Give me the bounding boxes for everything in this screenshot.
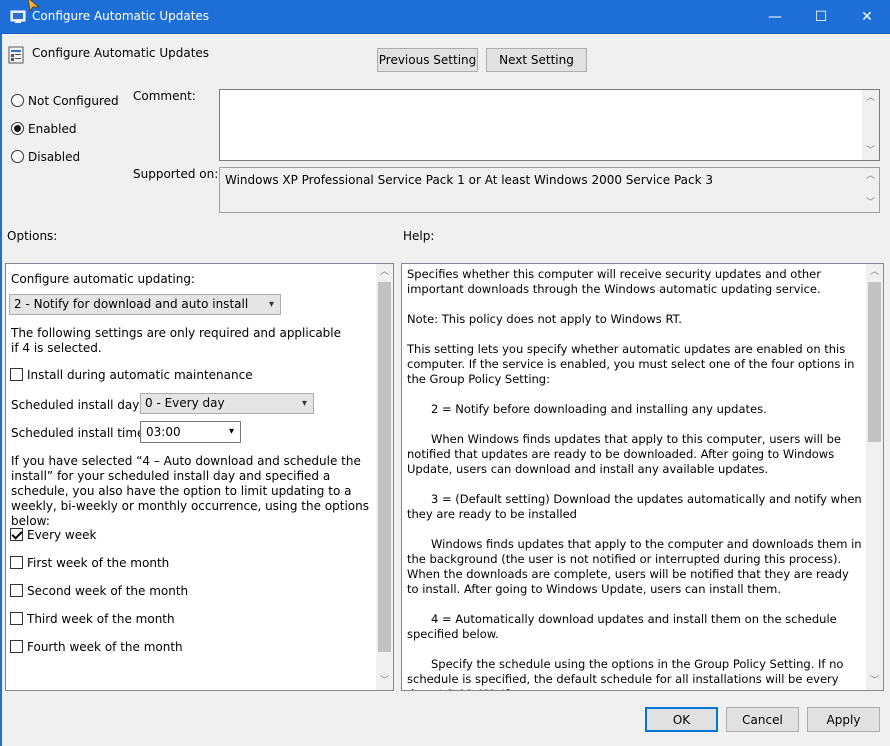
options-panel[interactable]: Configure automatic updating: 2 - Notify… <box>5 263 394 691</box>
first-week-label[interactable]: First week of the month <box>27 556 169 570</box>
ok-button[interactable]: OK <box>645 707 718 732</box>
help-panel[interactable]: Specifies whether this computer will rec… <box>401 263 884 691</box>
first-week-checkbox[interactable] <box>10 556 23 569</box>
scroll-thumb[interactable] <box>378 282 391 652</box>
enabled-radio[interactable] <box>11 122 24 135</box>
not-configured-radio[interactable] <box>11 94 24 107</box>
help-paragraph: When Windows finds updates that apply to… <box>407 432 841 476</box>
chevron-down-icon: ▾ <box>268 299 274 310</box>
install-maintenance-label[interactable]: Install during automatic maintenance <box>27 368 253 382</box>
apply-button[interactable]: Apply <box>807 707 880 732</box>
policy-setting-icon <box>8 46 24 64</box>
close-button[interactable]: ✕ <box>844 0 890 34</box>
scroll-down-icon[interactable]: ﹀ <box>376 673 393 690</box>
every-week-checkbox[interactable] <box>10 528 23 541</box>
scroll-down-icon[interactable]: ﹀ <box>862 195 879 212</box>
help-paragraph: This setting lets you specify whether au… <box>407 342 855 386</box>
install-day-label: Scheduled install day: <box>11 398 143 412</box>
help-paragraph: Note: This policy does not apply to Wind… <box>407 312 682 326</box>
not-configured-label[interactable]: Not Configured <box>28 94 119 108</box>
chevron-down-icon: ▾ <box>228 426 234 437</box>
cancel-button[interactable]: Cancel <box>726 707 799 732</box>
maximize-button[interactable]: ☐ <box>798 0 844 34</box>
scroll-down-icon[interactable]: ﹀ <box>862 143 879 160</box>
help-paragraph: Specifies whether this computer will rec… <box>407 267 821 296</box>
scroll-down-icon[interactable]: ﹀ <box>866 673 883 690</box>
second-week-label[interactable]: Second week of the month <box>27 584 188 598</box>
options-label: Options: <box>7 229 58 243</box>
mouse-cursor-icon <box>27 0 41 12</box>
scroll-thumb[interactable] <box>868 282 881 442</box>
help-paragraph: 2 = Notify before downloading and instal… <box>431 402 767 416</box>
policy-title: Configure Automatic Updates <box>32 46 210 60</box>
comment-textarea[interactable]: ︿ ﹀ <box>219 89 880 161</box>
help-scrollbar[interactable]: ︿ ﹀ <box>866 264 883 690</box>
title-bar[interactable]: Configure Automatic Updates — ☐ ✕ <box>0 0 890 34</box>
supported-on-field: Windows XP Professional Service Pack 1 o… <box>219 167 880 213</box>
configure-updating-value: 2 - Notify for download and auto install <box>14 297 249 311</box>
supported-on-label: Supported on: <box>133 167 219 181</box>
disabled-radio[interactable] <box>11 150 24 163</box>
help-paragraph: Specify the schedule using the options i… <box>407 657 844 690</box>
help-label: Help: <box>403 229 435 243</box>
option-note: The following settings are only required… <box>11 326 342 355</box>
second-week-checkbox[interactable] <box>10 584 23 597</box>
scroll-up-icon[interactable]: ︿ <box>376 264 393 281</box>
previous-setting-button[interactable]: Previous Setting <box>377 48 478 72</box>
window-border <box>0 34 2 746</box>
fourth-week-checkbox[interactable] <box>10 640 23 653</box>
fourth-week-label[interactable]: Fourth week of the month <box>27 640 183 654</box>
third-week-checkbox[interactable] <box>10 612 23 625</box>
chevron-down-icon: ▾ <box>301 398 307 409</box>
comment-scrollbar[interactable]: ︿ ﹀ <box>862 90 879 160</box>
disabled-label[interactable]: Disabled <box>28 150 80 164</box>
configure-updating-label: Configure automatic updating: <box>11 272 195 286</box>
scroll-up-icon[interactable]: ︿ <box>866 264 883 281</box>
configure-updating-dropdown[interactable]: 2 - Notify for download and auto install… <box>9 294 281 315</box>
scroll-up-icon[interactable]: ︿ <box>862 90 879 107</box>
minimize-button[interactable]: — <box>752 0 798 34</box>
install-time-dropdown[interactable]: 03:00 ▾ <box>140 421 241 443</box>
window-title: Configure Automatic Updates <box>32 9 210 23</box>
help-text: Specifies whether this computer will rec… <box>407 267 863 690</box>
group-policy-icon <box>10 10 26 23</box>
every-week-label[interactable]: Every week <box>27 528 96 542</box>
help-paragraph: 4 = Automatically download updates and i… <box>407 612 837 641</box>
help-paragraph: Windows finds updates that apply to the … <box>407 537 862 596</box>
supported-scrollbar[interactable]: ︿ ﹀ <box>862 168 879 212</box>
help-paragraph: 3 = (Default setting) Download the updat… <box>407 492 862 521</box>
install-time-value: 03:00 <box>146 425 181 439</box>
enabled-label[interactable]: Enabled <box>28 122 77 136</box>
schedule-note: If you have selected “4 – Auto download … <box>11 454 370 528</box>
next-setting-button[interactable]: Next Setting <box>486 48 587 72</box>
comment-label: Comment: <box>133 89 196 103</box>
install-maintenance-checkbox[interactable] <box>10 368 23 381</box>
third-week-label[interactable]: Third week of the month <box>27 612 175 626</box>
install-day-value: 0 - Every day <box>145 396 225 410</box>
scroll-up-icon[interactable]: ︿ <box>862 168 879 185</box>
install-day-dropdown[interactable]: 0 - Every day ▾ <box>140 393 314 414</box>
install-time-label: Scheduled install time: <box>11 426 149 440</box>
supported-on-value: Windows XP Professional Service Pack 1 o… <box>225 173 714 187</box>
options-scrollbar[interactable]: ︿ ﹀ <box>376 264 393 690</box>
